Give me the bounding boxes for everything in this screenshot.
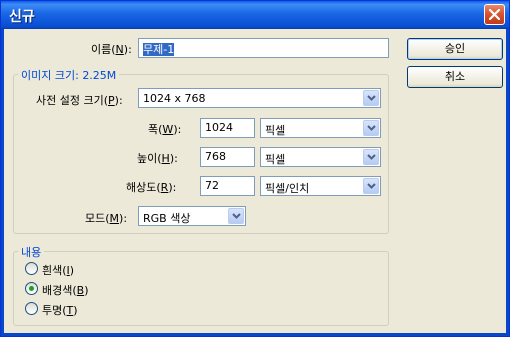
title-bar[interactable]: 신규 [1,1,509,29]
window-title: 신규 [9,9,35,25]
name-field[interactable]: 무제-1 [138,38,389,58]
resolution-field[interactable]: 72 [200,176,255,196]
width-field[interactable]: 1024 [200,118,255,138]
height-field[interactable]: 768 [200,147,255,167]
chevron-down-icon[interactable] [363,90,379,106]
background-label[interactable]: 배경색(B) [42,282,89,298]
preset-label: 사전 설정 크기(P): [36,94,123,107]
white-label[interactable]: 흰색(I) [42,262,74,278]
chevron-down-icon[interactable] [363,178,379,194]
name-label: 이름(N): [91,43,132,56]
new-document-dialog: 신규 이름(N): 무제-1 승인 취소 이미지 크기: 2.25M 사전 설정… [0,0,510,337]
cancel-button[interactable]: 취소 [407,66,503,88]
width-label: 폭(W): [148,123,182,136]
height-label: 높이(H): [137,152,178,165]
radio-transparent[interactable] [25,302,38,315]
close-icon [489,9,500,20]
transparent-label[interactable]: 투명(T) [42,302,78,318]
contents-title: 내용 [18,244,45,260]
ok-button[interactable]: 승인 [407,38,503,60]
radio-background[interactable] [25,282,38,295]
resolution-label: 해상도(R): [126,181,177,194]
height-unit-select[interactable]: 픽셀 [260,147,381,167]
dialog-body: 이름(N): 무제-1 승인 취소 이미지 크기: 2.25M 사전 설정 크기… [1,29,509,336]
chevron-down-icon[interactable] [363,120,379,136]
chevron-down-icon[interactable] [228,208,244,224]
resolution-unit-select[interactable]: 픽셀/인치 [260,176,381,196]
mode-select[interactable]: RGB 색상 [138,206,246,226]
preset-select[interactable]: 1024 x 768 [138,88,381,108]
image-size-value: 2.25M [82,69,117,82]
close-button[interactable] [484,4,505,25]
mode-label: 모드(M): [85,212,128,225]
width-unit-select[interactable]: 픽셀 [260,118,381,138]
radio-white[interactable] [25,262,38,275]
chevron-down-icon[interactable] [363,149,379,165]
image-size-title: 이미지 크기: 2.25M [18,67,120,83]
